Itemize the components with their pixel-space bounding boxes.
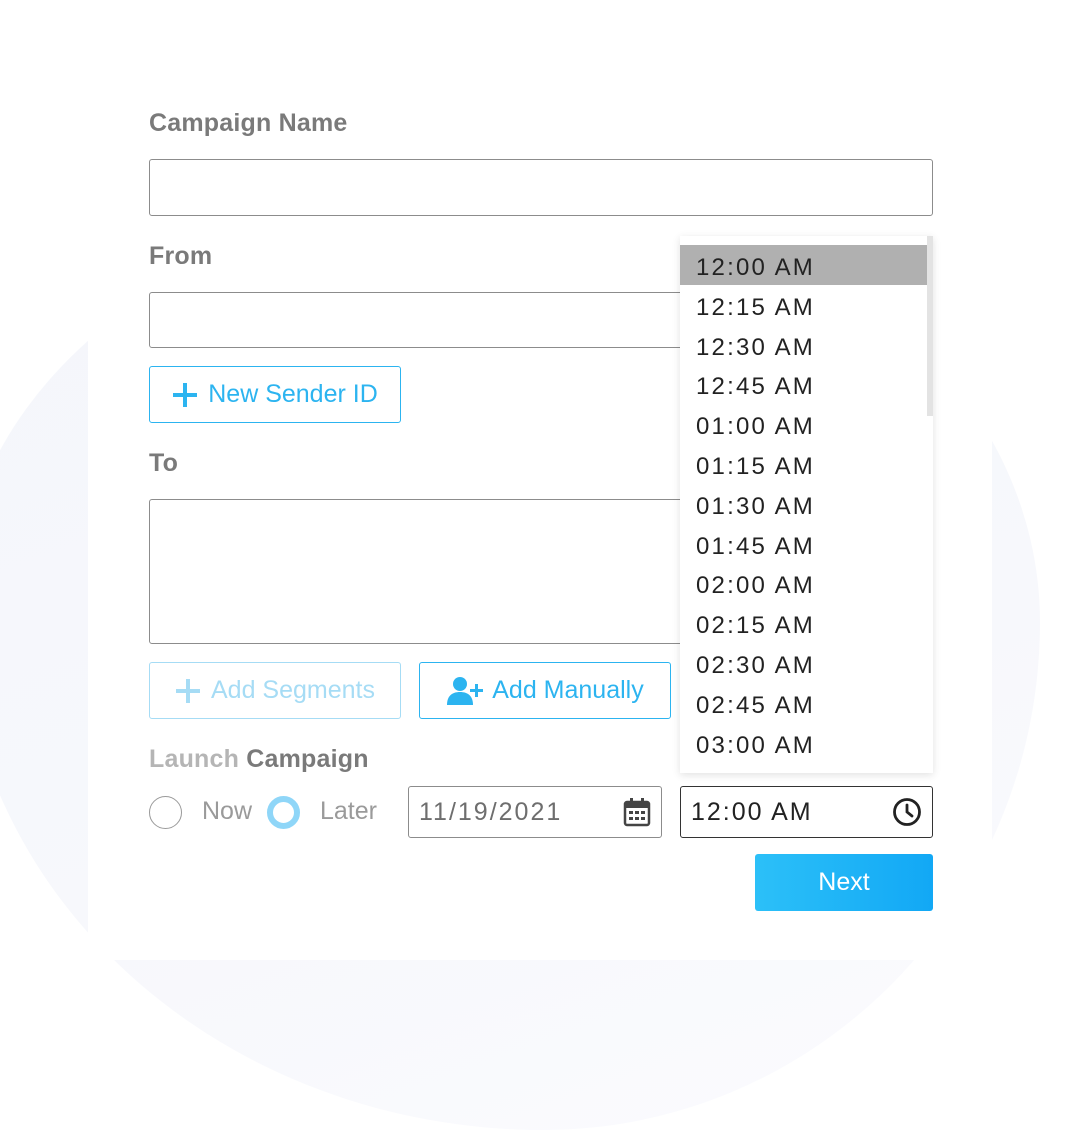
now-radio[interactable] [149, 796, 182, 829]
launch-word: Launch [149, 745, 240, 773]
time-option[interactable]: 01:45 AM [680, 524, 927, 564]
time-option[interactable]: 02:45 AM [680, 683, 927, 723]
time-value: 12:00 AM [691, 797, 813, 826]
time-option[interactable]: 12:00 AM [680, 245, 927, 285]
time-option[interactable]: 12:15 AM [680, 285, 927, 325]
date-value: 11/19/2021 [419, 797, 563, 826]
to-label: To [149, 449, 179, 477]
date-input[interactable]: 11/19/2021 [408, 786, 662, 838]
user-plus-icon [447, 676, 484, 705]
next-button[interactable]: Next [755, 854, 933, 911]
time-dropdown[interactable]: 12:00 AM 12:15 AM 12:30 AM 12:45 AM 01:00 AM… [680, 236, 933, 773]
launch-campaign-label: Launch Campaign [149, 745, 369, 774]
clock-icon[interactable] [892, 797, 922, 827]
campaign-name-input[interactable] [149, 159, 933, 216]
plus-icon [173, 382, 198, 407]
time-option[interactable]: 02:30 AM [680, 643, 927, 683]
new-sender-id-button[interactable]: New Sender ID [149, 366, 401, 423]
new-sender-id-label: New Sender ID [208, 380, 378, 408]
time-option[interactable]: 12:45 AM [680, 364, 927, 404]
campaign-name-label: Campaign Name [149, 109, 348, 137]
time-option[interactable]: 01:30 AM [680, 484, 927, 524]
calendar-icon[interactable] [623, 797, 651, 827]
from-label: From [149, 242, 213, 270]
plus-icon [176, 678, 200, 703]
time-option[interactable]: 01:15 AM [680, 444, 927, 484]
add-segments-button[interactable]: Add Segments [149, 662, 401, 719]
add-manually-button[interactable]: Add Manually [419, 662, 671, 719]
time-option[interactable]: 01:00 AM [680, 404, 927, 444]
time-options-list: 12:00 AM 12:15 AM 12:30 AM 12:45 AM 01:00 AM… [680, 245, 927, 762]
add-segments-label: Add Segments [211, 676, 375, 704]
time-input[interactable]: 12:00 AM [680, 786, 933, 838]
time-option[interactable]: 03:00 AM [680, 723, 927, 763]
time-option[interactable]: 02:15 AM [680, 603, 927, 643]
later-radio[interactable] [267, 796, 300, 829]
now-label: Now [202, 797, 253, 825]
later-label: Later [320, 797, 377, 825]
add-manually-label: Add Manually [492, 676, 644, 704]
time-option[interactable]: 02:00 AM [680, 563, 927, 603]
campaign-word: Campaign [246, 745, 369, 773]
time-option[interactable]: 12:30 AM [680, 325, 927, 365]
dropdown-scrollbar[interactable] [927, 236, 933, 416]
